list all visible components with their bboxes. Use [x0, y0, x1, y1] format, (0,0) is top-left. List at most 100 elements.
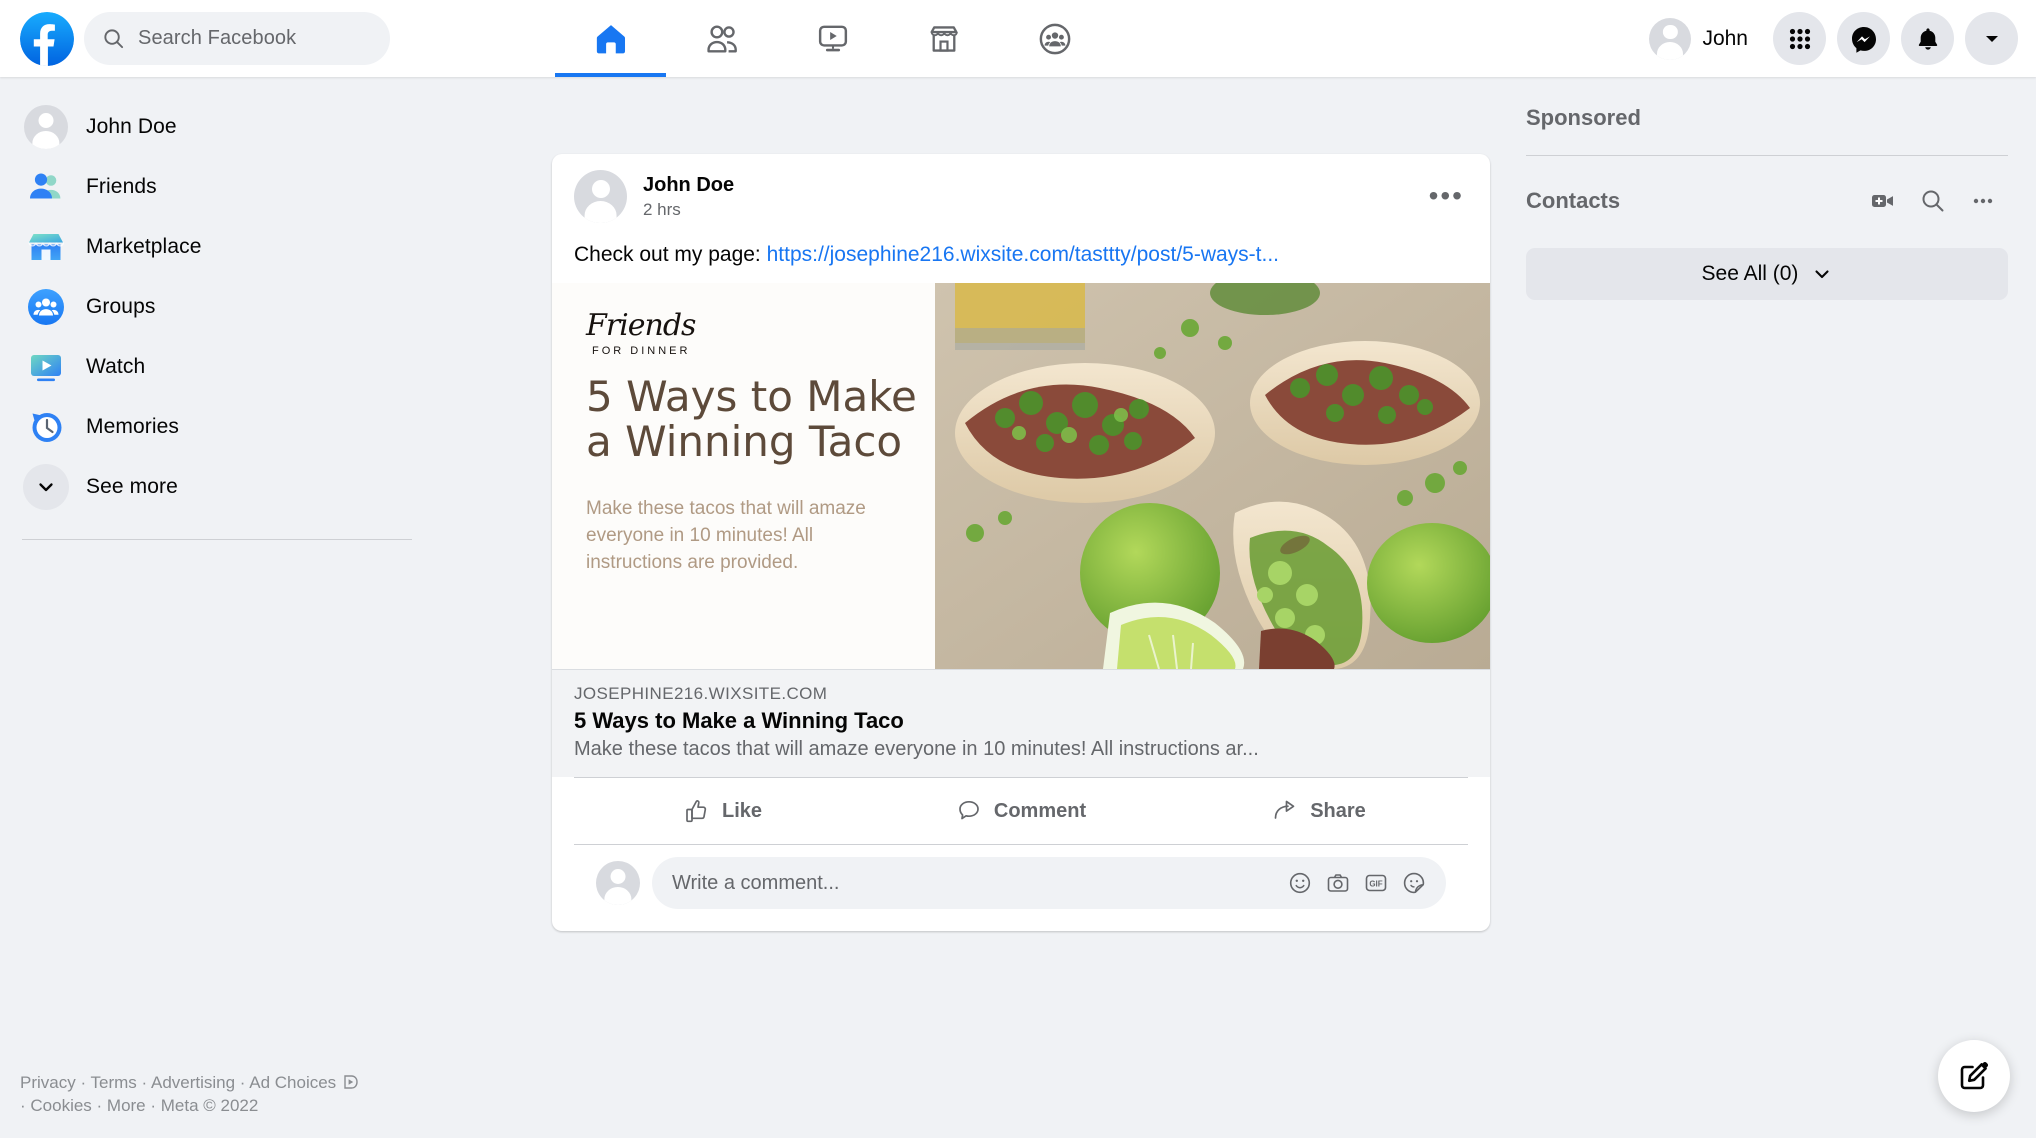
share-button[interactable]: Share — [1170, 784, 1468, 838]
friends-icon — [706, 25, 737, 52]
post-options-button[interactable]: ••• — [1429, 182, 1464, 210]
video-room-button[interactable] — [1858, 176, 1908, 226]
comment-composer: Write a comment... GIF — [574, 845, 1468, 931]
post-author-name[interactable]: John Doe — [643, 173, 734, 197]
facebook-logo-icon[interactable] — [20, 11, 74, 66]
preview-headline: 5 Ways to Make a Winning Taco — [586, 372, 917, 466]
messenger-button[interactable] — [1837, 12, 1890, 65]
video-room-icon — [1872, 195, 1893, 207]
brand-subtitle-label: FOR DINNER — [592, 345, 691, 357]
link-preview-graphic-text: Friends FOR DINNER 5 Ways to Make a Winn… — [552, 283, 935, 669]
chevron-down-icon — [1985, 35, 1998, 42]
sidebar-item-label: Groups — [86, 295, 156, 318]
post-action-bar: Like Comment Share — [574, 777, 1468, 844]
preview-title: 5 Ways to Make a Winning Taco — [574, 708, 904, 733]
bell-icon — [1918, 27, 1937, 50]
topbar-left-group: Search Facebook — [0, 11, 390, 66]
preview-description: Make these tacos that will amaze everyon… — [586, 498, 866, 573]
sidebar-item-groups[interactable]: Groups — [18, 277, 430, 337]
sidebar-item-see-more[interactable]: See more — [18, 457, 430, 517]
share-arrow-icon — [1274, 800, 1295, 819]
post-author-avatar[interactable] — [574, 170, 627, 223]
sidebar-item-friends[interactable]: Friends — [18, 157, 430, 217]
comment-label: Comment — [993, 799, 1087, 822]
nav-tab-friends[interactable] — [666, 0, 777, 77]
footer-line-2[interactable]: · Cookies · More · Meta © 2022 — [20, 1095, 420, 1118]
contacts-header: Contacts — [1526, 176, 2008, 226]
avatar-icon — [23, 104, 69, 150]
comment-input[interactable]: Write a comment... GIF — [652, 857, 1446, 909]
marketplace-icon — [930, 25, 958, 52]
search-icon — [1922, 190, 1944, 212]
thumbs-up-icon — [686, 800, 707, 823]
topbar-right-group: John — [1641, 0, 2018, 77]
sticker-icon[interactable] — [1402, 871, 1426, 895]
sidebar-item-watch[interactable]: Watch — [18, 337, 430, 397]
chevron-down-icon — [23, 464, 69, 510]
taco-photo — [935, 283, 1490, 669]
friends-icon — [23, 164, 69, 210]
post-link[interactable]: https://josephine216.wixsite.com/tasttty… — [767, 243, 1279, 266]
see-all-contacts-button[interactable]: See All (0) — [1526, 248, 2008, 300]
right-sidebar: Sponsored Contacts See All (0) — [1490, 77, 2036, 300]
compose-button[interactable] — [1938, 1040, 2010, 1112]
watch-icon — [23, 344, 69, 390]
gif-icon[interactable]: GIF — [1364, 871, 1388, 895]
sidebar-item-label: John Doe — [86, 115, 177, 138]
sidebar-item-label: Watch — [86, 355, 146, 378]
camera-icon[interactable] — [1326, 871, 1350, 895]
emoji-icon[interactable] — [1288, 871, 1312, 895]
home-icon — [596, 24, 625, 53]
footer-links: Privacy · Terms · Advertising · Ad Choic… — [20, 1072, 420, 1118]
sidebar-item-memories[interactable]: Memories — [18, 397, 430, 457]
left-sidebar: John Doe Friends Marketplace Groups Watc… — [0, 77, 430, 1138]
menu-grid-button[interactable] — [1773, 12, 1826, 65]
search-placeholder: Search Facebook — [138, 27, 297, 49]
nav-tab-home[interactable] — [555, 0, 666, 77]
comment-bubble-icon — [959, 800, 979, 820]
svg-text:GIF: GIF — [1369, 879, 1382, 888]
sidebar-item-label: Marketplace — [86, 235, 202, 258]
contacts-options-button[interactable] — [1958, 176, 2008, 226]
contacts-search-button[interactable] — [1908, 176, 1958, 226]
footer-line-1[interactable]: Privacy · Terms · Advertising · Ad Choic… — [20, 1073, 336, 1092]
nav-tab-watch[interactable] — [777, 0, 888, 77]
sponsored-title: Sponsored — [1526, 105, 1641, 130]
nav-tab-groups[interactable] — [999, 0, 1110, 77]
avatar — [1649, 17, 1692, 60]
sidebar-item-profile[interactable]: John Doe — [18, 97, 430, 157]
brand-script-label: Friends — [586, 308, 696, 343]
preview-domain: JOSEPHINE216.WIXSITE.COM — [574, 684, 828, 703]
sidebar-item-label: Friends — [86, 175, 157, 198]
primary-nav-tabs — [555, 0, 1110, 77]
profile-button[interactable]: John — [1641, 12, 1762, 66]
sidebar-item-marketplace[interactable]: Marketplace — [18, 217, 430, 277]
groups-icon — [1039, 23, 1070, 54]
ellipsis-icon — [1973, 198, 1993, 204]
marketplace-icon — [23, 224, 69, 270]
watch-icon — [818, 25, 847, 51]
post-body-text: Check out my page: https://josephine216.… — [552, 223, 1490, 283]
preview-subtitle: Make these tacos that will amaze everyon… — [574, 738, 1259, 760]
memories-clock-icon — [23, 404, 69, 450]
nav-tab-marketplace[interactable] — [888, 0, 999, 77]
messenger-icon — [1851, 26, 1876, 53]
like-button[interactable]: Like — [574, 784, 872, 838]
search-input[interactable]: Search Facebook — [84, 12, 390, 65]
notifications-button[interactable] — [1901, 12, 1954, 65]
sidebar-divider — [22, 539, 412, 540]
sidebar-item-label: See more — [86, 475, 178, 498]
comment-placeholder: Write a comment... — [672, 871, 840, 894]
adchoices-icon[interactable] — [344, 1075, 358, 1089]
account-menu-button[interactable] — [1965, 12, 2018, 65]
profile-name-label: John — [1702, 26, 1748, 50]
post-card: John Doe 2 hrs ••• Check out my page: ht… — [552, 154, 1490, 931]
sidebar-item-label: Memories — [86, 415, 179, 438]
post-timestamp: 2 hrs — [643, 200, 681, 219]
link-preview-image[interactable]: Friends FOR DINNER 5 Ways to Make a Winn… — [552, 283, 1490, 669]
chevron-down-icon — [1815, 270, 1829, 279]
compose-pencil-icon — [1960, 1061, 1989, 1090]
link-preview-footer[interactable]: JOSEPHINE216.WIXSITE.COM 5 Ways to Make … — [552, 669, 1490, 777]
comment-button[interactable]: Comment — [872, 784, 1170, 838]
see-all-label: See All (0) — [1701, 262, 1799, 285]
